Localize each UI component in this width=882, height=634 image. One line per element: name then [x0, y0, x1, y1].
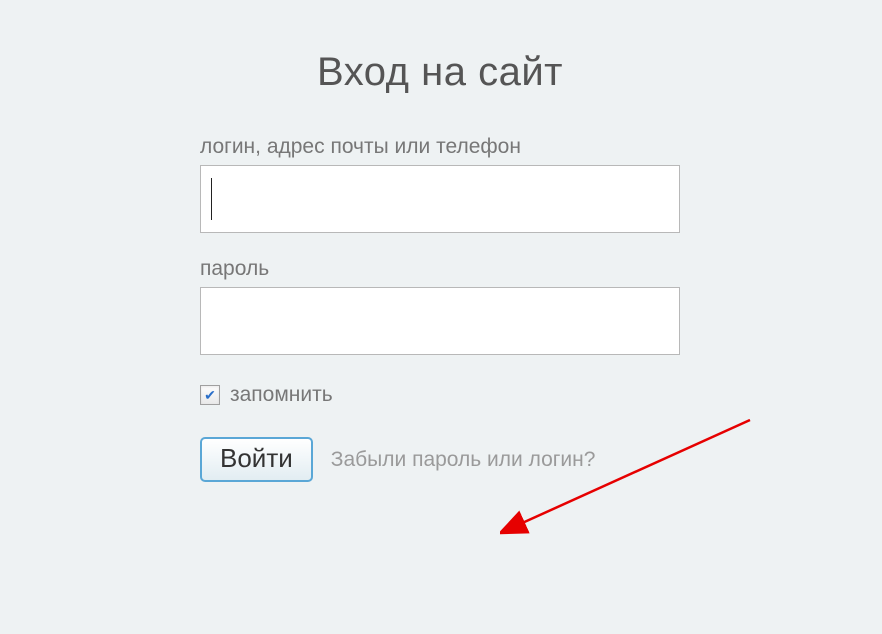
- password-field-group: пароль: [200, 257, 680, 355]
- forgot-link[interactable]: Забыли пароль или логин?: [331, 448, 596, 472]
- remember-label: запомнить: [230, 383, 333, 407]
- check-icon: ✔: [204, 388, 216, 402]
- login-input[interactable]: [200, 165, 680, 233]
- text-cursor: [211, 178, 212, 220]
- page-title: Вход на сайт: [200, 50, 680, 95]
- remember-checkbox[interactable]: ✔: [200, 385, 220, 405]
- password-input[interactable]: [200, 287, 680, 355]
- login-label: логин, адрес почты или телефон: [200, 135, 680, 159]
- login-button[interactable]: Войти: [200, 437, 313, 482]
- login-field-group: логин, адрес почты или телефон: [200, 135, 680, 233]
- password-label: пароль: [200, 257, 680, 281]
- remember-row: ✔ запомнить: [200, 383, 680, 407]
- login-form: Вход на сайт логин, адрес почты или теле…: [200, 50, 680, 482]
- submit-row: Войти Забыли пароль или логин?: [200, 437, 680, 482]
